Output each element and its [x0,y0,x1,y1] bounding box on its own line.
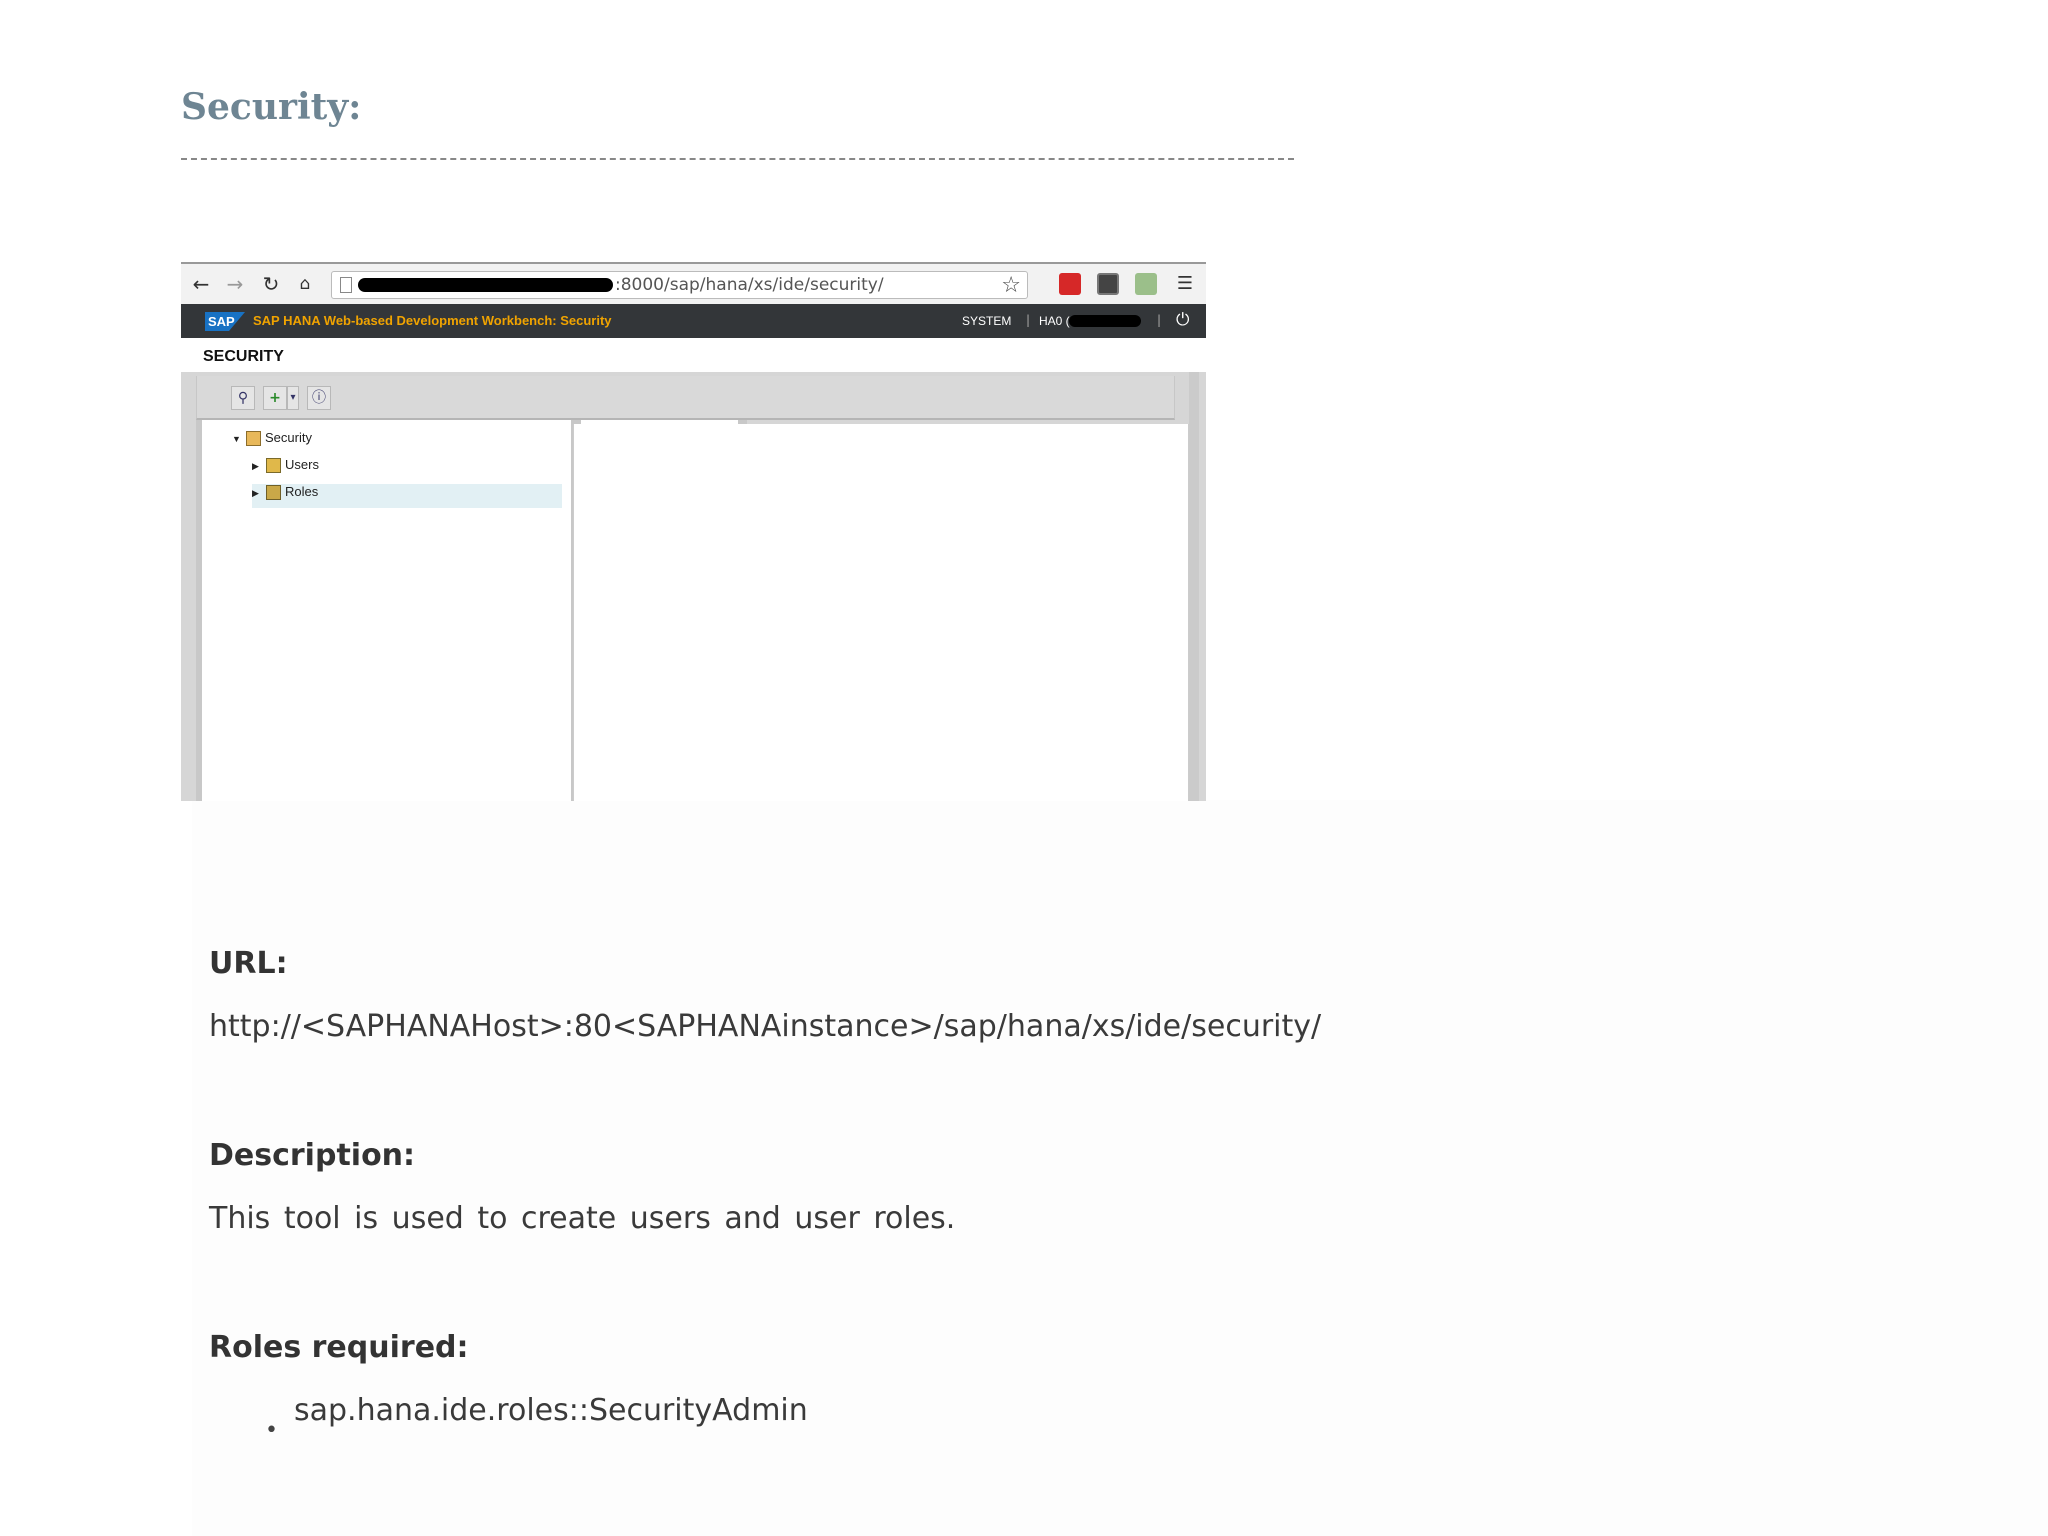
expanded-arrow-icon[interactable]: ▼ [232,434,242,444]
search-icon[interactable]: ⚲ [231,386,255,410]
divider [181,158,1294,160]
reload-icon[interactable]: ↻ [259,272,283,296]
info-icon[interactable]: ⓘ [307,386,331,410]
workspace-edge [1189,372,1199,801]
logout-power-icon[interactable]: ⏻ [1176,310,1189,330]
redacted-host-name [1069,315,1141,327]
url-value: http://<SAPHANAHost>:80<SAPHANAinstance>… [209,1009,1322,1044]
roles-label: Roles required: [209,1330,469,1365]
forward-arrow-icon[interactable]: → [223,272,247,296]
tree-label: Roles [285,484,319,499]
sap-logo: SAP [205,312,245,331]
description-label: Description: [209,1138,416,1173]
tree-label: Security [265,430,312,445]
tree-label: Users [285,457,319,472]
app-title: SAP HANA Web-based Development Workbench… [253,313,612,328]
sap-header: SAP SAP HANA Web-based Development Workb… [181,304,1206,338]
tree-node-roles[interactable]: ▶ Roles [252,484,562,508]
list-item: sap.hana.ide.roles::SecurityAdmin [294,1393,808,1428]
menu-icon[interactable]: ☰ [1173,272,1197,296]
header-separator: | [1026,313,1031,327]
page-icon [340,277,352,293]
users-icon [266,458,281,474]
extension-green-icon[interactable] [1135,273,1157,295]
collapsed-arrow-icon[interactable]: ▶ [252,488,262,499]
back-arrow-icon[interactable]: ← [189,272,213,296]
tree-node-users[interactable]: ▶ Users [252,457,319,481]
page-title: Security: [181,86,362,128]
header-separator-2: | [1157,313,1162,327]
bookmark-star-icon[interactable]: ☆ [1001,273,1021,298]
security-toolbar: ⚲ + ▾ ⓘ [196,376,1175,420]
embedded-screenshot: ← → ↻ ⌂ :8000/sap/hana/xs/ide/security/ … [181,262,1206,801]
collapsed-arrow-icon[interactable]: ▶ [252,461,262,472]
system-label: SYSTEM [962,314,1012,328]
home-icon[interactable]: ⌂ [293,272,317,296]
extension-red-icon[interactable] [1059,273,1081,295]
description-value: This tool is used to create users and us… [209,1201,956,1236]
section-title: SECURITY [203,348,284,365]
address-bar[interactable]: :8000/sap/hana/xs/ide/security/ ☆ [331,271,1028,299]
url-label: URL: [209,946,288,981]
gmail-icon[interactable] [1097,273,1119,295]
roles-icon [266,485,281,501]
add-dropdown-icon[interactable]: ▾ [287,386,299,410]
redacted-host [358,278,613,292]
add-icon[interactable]: + [263,386,287,410]
address-url: :8000/sap/hana/xs/ide/security/ [615,275,884,295]
host-label: HA0 ( [1039,314,1070,328]
detail-panel [573,424,1189,801]
tree-node-security[interactable]: ▼ Security [232,430,312,454]
bullet-icon: • [265,1418,278,1443]
security-folder-icon [246,431,261,447]
browser-toolbar: ← → ↻ ⌂ :8000/sap/hana/xs/ide/security/ … [181,262,1206,304]
